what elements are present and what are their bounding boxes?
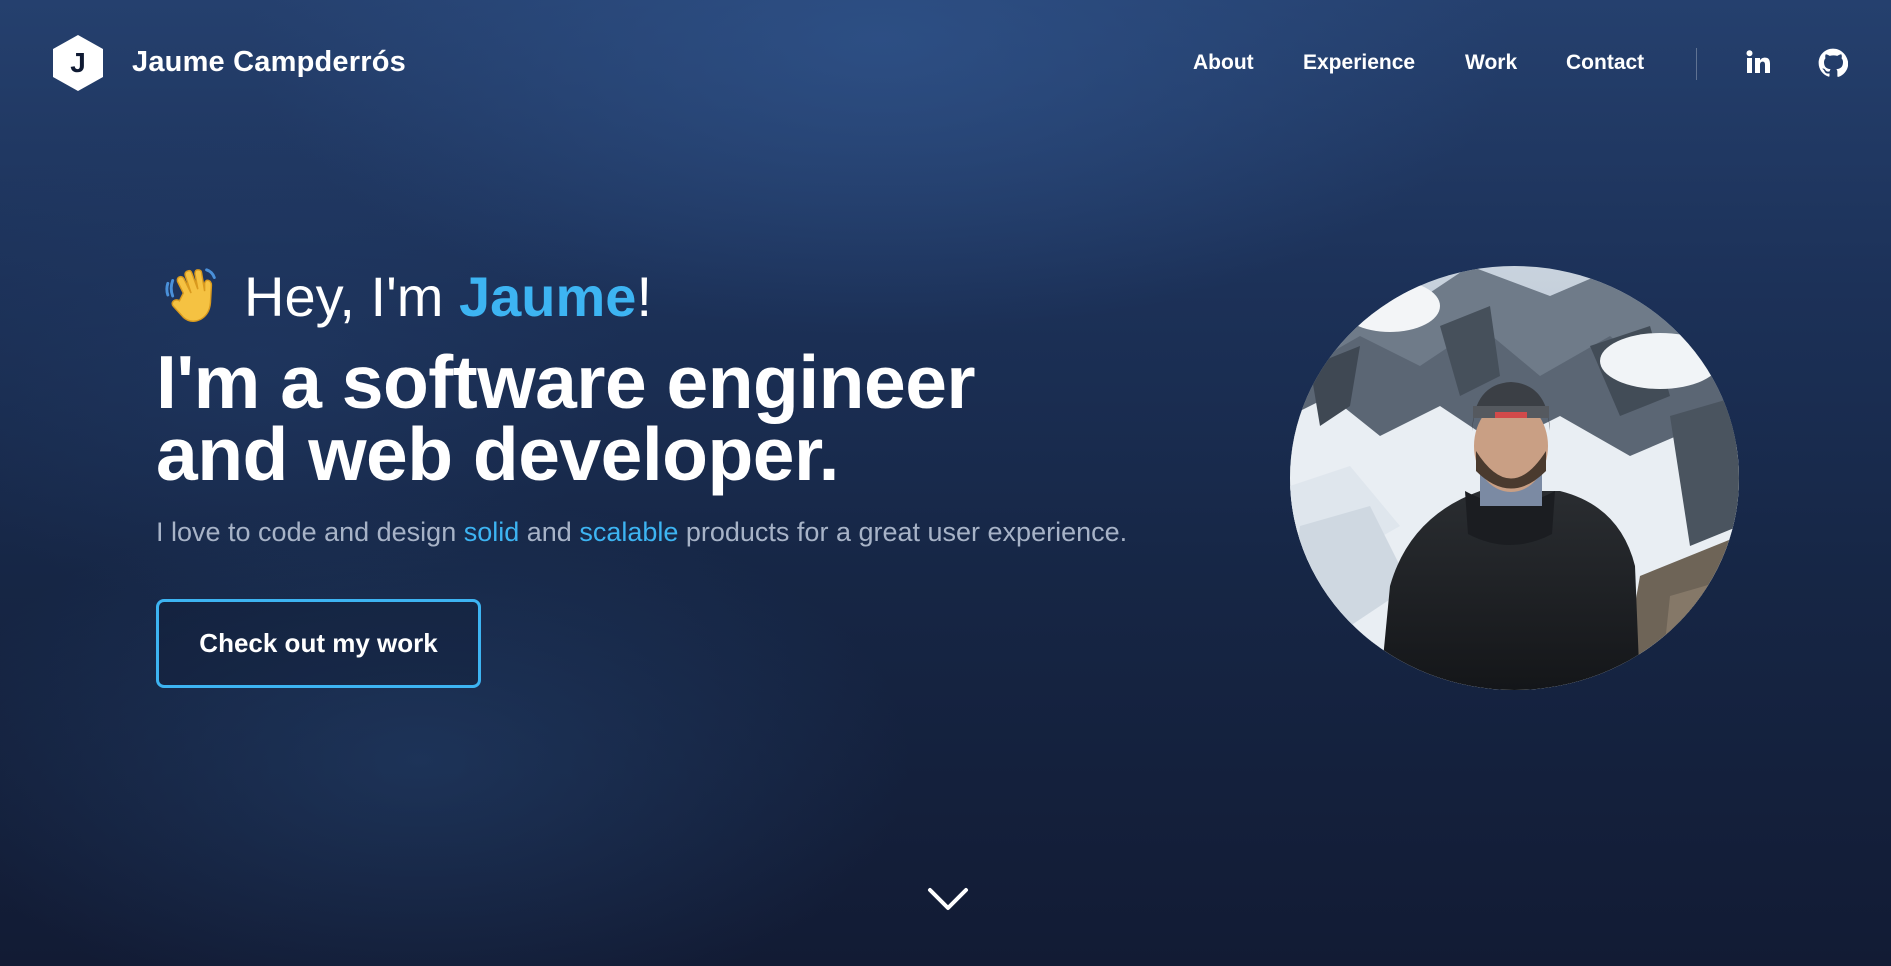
nav-link-work[interactable]: Work: [1465, 51, 1517, 75]
check-out-work-button[interactable]: Check out my work: [156, 599, 481, 688]
chevron-down-icon: [928, 888, 968, 910]
tagline-part-1: I love to code and design: [156, 517, 464, 547]
profile-photo: [1290, 266, 1739, 690]
logo[interactable]: J: [52, 34, 104, 92]
headline-2-bold: web developer: [308, 412, 819, 496]
headline-line-1: I'm a software engineer: [156, 345, 976, 420]
headline-2-suffix: .: [818, 412, 840, 496]
tagline-part-3: products for a great user experience.: [678, 517, 1128, 547]
headline-2-prefix: and: [156, 412, 309, 496]
tagline: I love to code and design solid and scal…: [156, 517, 1127, 548]
brand-name[interactable]: Jaume Campderrós: [132, 46, 406, 79]
github-icon: [1818, 48, 1848, 77]
linkedin-link[interactable]: [1744, 48, 1774, 78]
tagline-highlight-scalable: scalable: [579, 517, 679, 547]
headline-line-2: and web developer.: [156, 417, 975, 492]
logo-letter: J: [70, 47, 86, 78]
nav-divider: [1696, 48, 1697, 80]
greeting: Hey, I'm Jaume!: [162, 264, 652, 330]
greeting-prefix: Hey, I'm: [244, 265, 460, 328]
nav-link-experience[interactable]: Experience: [1303, 51, 1415, 75]
nav-link-about[interactable]: About: [1193, 51, 1254, 75]
greeting-suffix: !: [636, 265, 653, 328]
headline: I'm a software engineer and web develope…: [156, 345, 976, 492]
tagline-part-2: and: [519, 517, 580, 547]
scroll-down-button[interactable]: [926, 884, 970, 914]
site-header: J Jaume Campderrós About Experience Work…: [0, 0, 1891, 128]
github-link[interactable]: [1818, 48, 1848, 78]
waving-hand-icon: [162, 264, 224, 326]
nav-link-contact[interactable]: Contact: [1566, 51, 1644, 75]
tagline-highlight-solid: solid: [463, 517, 520, 547]
linkedin-icon: [1746, 50, 1770, 73]
greeting-name: Jaume: [459, 265, 637, 328]
